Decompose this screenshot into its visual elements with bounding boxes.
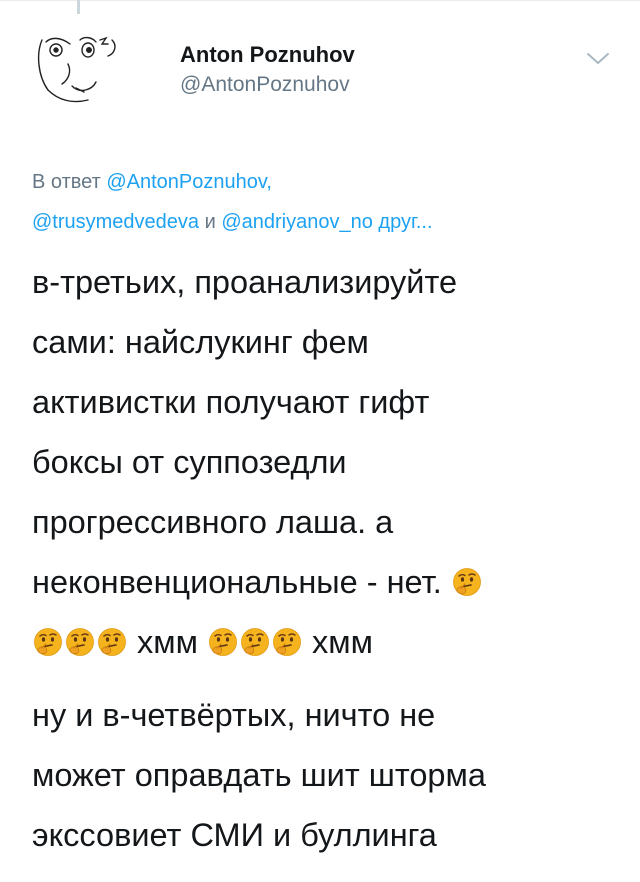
text-line: может оправдать шит шторма bbox=[32, 757, 486, 793]
avatar[interactable] bbox=[32, 34, 132, 106]
thinking-face-icon bbox=[272, 616, 302, 656]
thinking-face-icon bbox=[452, 556, 482, 596]
tweet-text: в-третьих, проанализируйте сами: найслук… bbox=[32, 252, 617, 865]
reply-prefix: В ответ bbox=[32, 171, 101, 193]
reply-conjunction: и bbox=[204, 211, 216, 233]
sketch-face-avatar-icon bbox=[37, 36, 116, 103]
thinking-face-icon bbox=[33, 616, 63, 656]
thinking-face-icon bbox=[240, 616, 270, 656]
chevron-down-icon bbox=[587, 53, 609, 64]
text-line: прогрессивного лаша. а bbox=[32, 504, 394, 540]
text-line: экссовиет СМИ и буллинга bbox=[32, 817, 437, 853]
mention-link[interactable]: @AntonPoznuhov, bbox=[106, 171, 272, 193]
text-line: боксы от суппозедли bbox=[32, 444, 347, 480]
text-line: в-третьих, проанализируйте bbox=[32, 264, 458, 300]
hmm-text: хмм bbox=[312, 624, 373, 660]
thinking-face-icon bbox=[65, 616, 95, 656]
mention-link[interactable]: @trusymedvedeva bbox=[32, 211, 199, 233]
author-display-name[interactable]: Anton Poznuhov bbox=[180, 42, 355, 68]
author-handle[interactable]: @AntonPoznuhov bbox=[180, 70, 355, 100]
thread-connector-line bbox=[77, 0, 80, 14]
text-line: сами: найслукинг фем bbox=[32, 324, 369, 360]
reply-context-line-1: В ответ @AntonPoznuhov, bbox=[32, 162, 612, 202]
paragraph-2: ну и в-четвёртых, ничто не может оправда… bbox=[32, 685, 617, 865]
text-line: активистки получают гифт bbox=[32, 384, 430, 420]
others-link[interactable]: друг... bbox=[378, 211, 432, 233]
tweet-options-button[interactable] bbox=[584, 48, 612, 68]
reply-context-line-2: @trusymedvedeva и @andriyanov_no друг... bbox=[32, 202, 612, 242]
thinking-face-icon bbox=[97, 616, 127, 656]
text-line: ну и в-четвёртых, ничто не bbox=[32, 697, 436, 733]
top-divider bbox=[0, 0, 640, 1]
mention-link[interactable]: @andriyanov_no bbox=[221, 211, 373, 233]
paragraph-1: в-третьих, проанализируйте сами: найслук… bbox=[32, 252, 617, 672]
author-block[interactable]: Anton Poznuhov @AntonPoznuhov bbox=[180, 42, 355, 100]
thinking-face-icon bbox=[208, 616, 238, 656]
hmm-text: хмм bbox=[137, 624, 198, 660]
tweet-header: Anton Poznuhov @AntonPoznuhov bbox=[32, 34, 612, 114]
text-line: неконвенциональные - нет. bbox=[32, 564, 442, 600]
reply-context: В ответ @AntonPoznuhov, @trusymedvedeva … bbox=[32, 162, 612, 242]
